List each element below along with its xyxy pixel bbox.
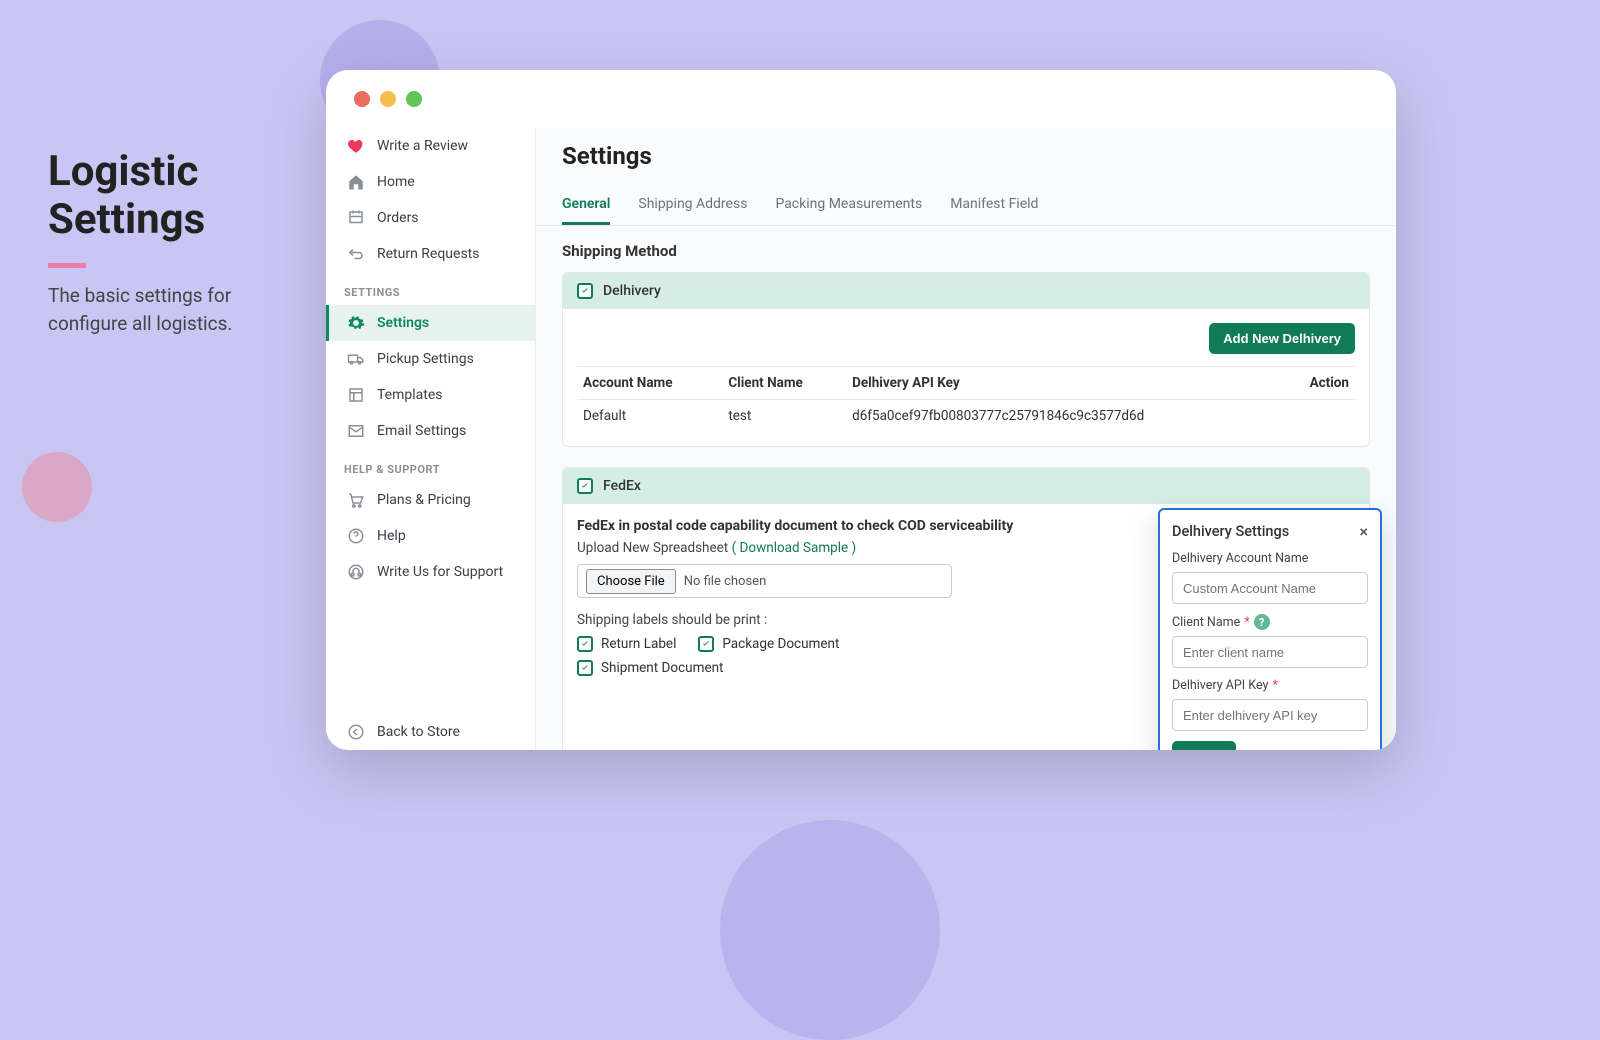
mail-icon [347,422,365,440]
window-minimize-dot[interactable] [380,91,396,107]
sidebar-item-orders[interactable]: Orders [326,200,535,236]
add-new-delhivery-button[interactable]: Add New Delhivery [1209,323,1355,354]
client-name-input[interactable] [1172,636,1368,668]
marketing-side-copy: LogisticSettings The basic settings for … [48,148,308,339]
page-title: Settings [536,128,1396,186]
cell-client: test [722,400,846,433]
support-icon [347,563,365,581]
delhivery-table: Account Name Client Name Delhivery API K… [577,366,1355,432]
sidebar-label: Plans & Pricing [377,492,471,508]
return-label-checkbox[interactable] [577,636,593,652]
no-file-text: No file chosen [684,574,767,589]
sidebar-label: Home [377,174,415,190]
col-account-name: Account Name [577,367,722,400]
side-title: LogisticSettings [48,148,308,245]
sidebar-item-back-to-store[interactable]: Back to Store [326,714,535,750]
window-titlebar [326,70,1396,128]
sidebar-item-help[interactable]: Help [326,518,535,554]
choose-file-button[interactable]: Choose File [586,569,676,594]
api-key-label: Delhivery API Key* [1172,678,1368,693]
tab-general[interactable]: General [562,186,610,225]
account-name-input[interactable] [1172,572,1368,604]
shipping-method-heading: Shipping Method [562,242,1370,260]
sidebar-item-return-requests[interactable]: Return Requests [326,236,535,272]
col-action: Action [1281,367,1355,400]
return-icon [347,245,365,263]
tab-shipping-address[interactable]: Shipping Address [638,186,747,225]
sidebar-item-plans-pricing[interactable]: Plans & Pricing [326,482,535,518]
sidebar-label: Back to Store [377,724,460,740]
help-icon[interactable]: ? [1254,614,1270,630]
decorative-circle [22,452,92,522]
sidebar-label: Write Us for Support [377,564,503,580]
sidebar: Write a Review Home Orders Return Reques… [326,128,536,750]
sidebar-label: Return Requests [377,246,479,262]
fedex-checkbox[interactable] [577,478,593,494]
sidebar-label: Orders [377,210,419,226]
help-icon [347,527,365,545]
sidebar-item-email-settings[interactable]: Email Settings [326,413,535,449]
sidebar-item-write-us[interactable]: Write Us for Support [326,554,535,590]
underline-accent [48,263,86,268]
package-document-chk-row[interactable]: Package Document [698,636,839,652]
delhivery-label: Delhivery [603,283,661,299]
main-content: Settings General Shipping Address Packin… [536,128,1396,750]
window-maximize-dot[interactable] [406,91,422,107]
gear-icon [347,314,365,332]
fedex-label: FedEx [603,478,641,494]
decorative-circle [720,820,940,1040]
app-window: Write a Review Home Orders Return Reques… [326,70,1396,750]
sidebar-item-home[interactable]: Home [326,164,535,200]
orders-icon [347,209,365,227]
sidebar-label: Write a Review [377,138,468,154]
sidebar-label: Settings [377,315,429,331]
back-icon [347,723,365,741]
table-row: Default test d6f5a0cef97fb00803777c25791… [577,400,1355,433]
delhivery-settings-popover: Delhivery Settings × Delhivery Account N… [1158,508,1382,750]
api-key-input[interactable] [1172,699,1368,731]
home-icon [347,173,365,191]
shipment-document-chk-row[interactable]: Shipment Document [577,660,1141,676]
delhivery-panel-header[interactable]: Delhivery [563,273,1369,309]
save-button[interactable]: Save [1172,741,1236,750]
window-close-dot[interactable] [354,91,370,107]
col-client-name: Client Name [722,367,846,400]
popover-title: Delhivery Settings [1172,523,1289,540]
package-document-checkbox[interactable] [698,636,714,652]
side-subtitle: The basic settings for configure all log… [48,282,308,339]
delhivery-checkbox[interactable] [577,283,593,299]
cart-icon [347,491,365,509]
sidebar-item-settings[interactable]: Settings [326,305,535,341]
sidebar-item-write-review[interactable]: Write a Review [326,128,535,164]
sidebar-item-pickup-settings[interactable]: Pickup Settings [326,341,535,377]
tab-packing-measurements[interactable]: Packing Measurements [775,186,922,225]
account-name-label: Delhivery Account Name [1172,551,1368,566]
cell-account: Default [577,400,722,433]
return-label-chk-row[interactable]: Return Label [577,636,676,652]
sidebar-section-settings: SETTINGS [326,272,535,305]
sidebar-label: Pickup Settings [377,351,474,367]
tab-manifest-field[interactable]: Manifest Field [950,186,1038,225]
shipment-document-checkbox[interactable] [577,660,593,676]
delhivery-panel: Delhivery Add New Delhivery Account Name… [562,272,1370,447]
sidebar-label: Email Settings [377,423,466,439]
client-name-label: Client Name*? [1172,614,1368,630]
settings-tabs: General Shipping Address Packing Measure… [536,186,1396,226]
cell-api: d6f5a0cef97fb00803777c25791846c9c3577d6d [846,400,1281,433]
templates-icon [347,386,365,404]
sidebar-section-help: HELP & SUPPORT [326,449,535,482]
sidebar-item-templates[interactable]: Templates [326,377,535,413]
col-api-key: Delhivery API Key [846,367,1281,400]
file-input[interactable]: Choose File No file chosen [577,564,952,598]
fedex-panel-header[interactable]: FedEx [563,468,1369,504]
download-sample-link[interactable]: ( Download Sample ) [732,540,857,556]
truck-icon [347,350,365,368]
shipping-labels-print-label: Shipping labels should be print : [577,612,1141,628]
sidebar-label: Help [377,528,406,544]
close-icon[interactable]: × [1359,522,1368,541]
heart-icon [347,137,365,155]
sidebar-label: Templates [377,387,443,403]
